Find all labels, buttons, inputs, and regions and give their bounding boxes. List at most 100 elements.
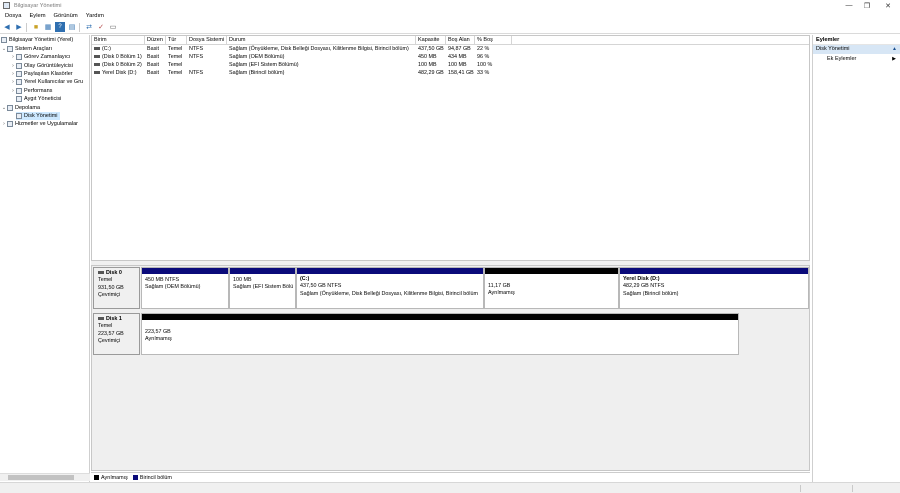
table-row[interactable]: Yerel Disk (D:) Basit Temel NTFS Sağlam (Bir… [92, 69, 809, 77]
scrollbar-thumb[interactable] [8, 475, 74, 480]
column-header-volume[interactable]: Birim [92, 36, 145, 44]
cell-file-system: NTFS [187, 45, 227, 53]
restore-button[interactable]: ❐ [856, 0, 878, 11]
menu-help[interactable]: Yardım [86, 13, 104, 19]
tree-item-event-viewer[interactable]: › Olay Görüntüleyicisi [10, 61, 73, 69]
disk-0-label[interactable]: Disk 0 Temel 931,50 GB Çevrimiçi [93, 267, 140, 309]
partition-c[interactable]: (C:) 437,50 GB NTFS Sağlam (Önyükleme, Dis… [296, 267, 484, 309]
partition-unallocated-disk1[interactable]: 223,57 GB Ayrılmamış [141, 313, 739, 355]
connect-icon[interactable]: ⇄ [84, 22, 94, 32]
column-header-percent-free[interactable]: % Boş [475, 36, 512, 44]
cell-text: Temel [168, 61, 183, 68]
properties-icon[interactable]: ▤ [67, 22, 77, 32]
partition-status: Sağlam (OEM Bölümü) [145, 284, 201, 291]
cell-text: 158,41 GB [448, 69, 474, 76]
actions-section-disk-management[interactable]: Disk Yönetimi ▲ [813, 45, 900, 54]
tree-item-label: Performans [24, 87, 53, 94]
tree-item-performance[interactable]: › Performans [10, 87, 52, 95]
back-icon[interactable]: ◀ [2, 22, 12, 32]
partition-d[interactable]: Yerel Disk (D:) 482,29 GB NTFS Sağlam (Bir… [619, 267, 809, 309]
table-row[interactable]: (Disk 0 Bölüm 1) Basit Temel NTFS Sağlam (OE… [92, 53, 809, 61]
tree-item-storage[interactable]: ⌄ Depolama [1, 103, 40, 111]
column-header-file-system[interactable]: Dosya Sistemi [187, 36, 227, 44]
column-header-capacity[interactable]: Kapasite [416, 36, 446, 44]
tree-item-label: Sistem Araçları [15, 45, 52, 52]
legend: Ayrılmamış Birincil bölüm [91, 472, 810, 482]
cell-layout: Basit [145, 61, 166, 69]
cell-text: NTFS [189, 69, 204, 76]
cell-layout: Basit [145, 69, 166, 77]
tree-item-services-apps[interactable]: › Hizmetler ve Uygulamalar [1, 120, 78, 128]
cell-text: 100 MB [448, 61, 467, 68]
partition-status: Sağlam (Birincil bölüm) [623, 290, 679, 297]
cell-status: Sağlam (Önyükleme, Disk Belleği Dosyası,… [227, 45, 416, 53]
menu-view[interactable]: Görünüm [54, 13, 78, 19]
action-more-actions[interactable]: Ek Eylemler ▶ [813, 54, 900, 65]
close-button[interactable]: ✕ [877, 0, 899, 11]
disk-status: Çevrimiçi [98, 338, 121, 345]
collapse-icon[interactable]: ▲ [892, 45, 897, 54]
tree-item-local-users[interactable]: › Yerel Kullanıcılar ve Gru [10, 78, 83, 86]
cell-text: Basit [147, 45, 159, 52]
volume-icon [94, 46, 100, 50]
cell-text: 434 MB [448, 53, 467, 60]
table-row[interactable]: (Disk 0 Bölüm 2) Basit Temel Sağlam (EFI Si… [92, 61, 809, 69]
cell-text: Temel [168, 69, 183, 76]
show-hide-tree-icon[interactable]: ▦ [43, 22, 53, 32]
tree-item-label: Depolama [15, 104, 41, 111]
tree-item-disk-management[interactable]: Disk Yönetimi [16, 111, 60, 121]
cell-text: Sağlam (Önyükleme, Disk Belleği Dosyası,… [229, 45, 409, 52]
partition-size: 450 MB NTFS [145, 277, 180, 283]
toolbar-divider [26, 22, 27, 32]
cell-free-space: 434 MB [446, 53, 475, 61]
menu-action[interactable]: Eylem [29, 13, 45, 19]
tree-item-root[interactable]: Bilgisayar Yönetimi (Yerel) [1, 36, 73, 44]
partition-bar-unallocated [485, 268, 618, 274]
cell-text: 33 % [477, 69, 490, 76]
column-header-free-space[interactable]: Boş Alan [446, 36, 475, 44]
partition-size: 100 MB [233, 277, 252, 283]
menu-file[interactable]: Dosya [5, 13, 21, 19]
column-header-status[interactable]: Durum [227, 36, 416, 44]
legend-label-unallocated: Ayrılmamış [101, 474, 128, 481]
partition-bar-primary [230, 268, 295, 274]
view-icon[interactable]: ▭ [108, 22, 118, 32]
performance-icon [16, 87, 22, 94]
partition-title: (C:) [300, 276, 310, 282]
cell-text: NTFS [189, 45, 204, 52]
console-tree: Bilgisayar Yönetimi (Yerel) ⌄ Sistem Ara… [0, 35, 90, 482]
column-header-layout[interactable]: Düzen [145, 36, 166, 44]
partition-status: Ayrılmamış [488, 290, 515, 297]
window-title: Bilgisayar Yönetimi [14, 2, 62, 9]
checklist-icon[interactable]: ✓ [96, 22, 106, 32]
tree-item-task-scheduler[interactable]: › Görev Zamanlayıcı [10, 53, 70, 61]
partition-oem[interactable]: 450 MB NTFS Sağlam (OEM Bölümü) [141, 267, 229, 309]
forward-icon[interactable]: ▶ [14, 22, 24, 32]
partition-unallocated-disk0[interactable]: 11,17 GB Ayrılmamış [484, 267, 619, 309]
cell-text: Basit [147, 61, 159, 68]
event-viewer-icon [16, 62, 22, 69]
cell-text: Basit [147, 53, 159, 60]
column-header-type[interactable]: Tür [166, 36, 187, 44]
tree-item-shared-folders[interactable]: › Paylaşılan Klasörler [10, 70, 73, 78]
table-row[interactable]: (C:) Basit Temel NTFS Sağlam (Önyükleme, Dis… [92, 45, 809, 53]
disk-1-label[interactable]: Disk 1 Temel 223,57 GB Çevrimiçi [93, 313, 140, 355]
tree-item-device-manager[interactable]: Aygıt Yöneticisi [10, 95, 61, 103]
volume-icon [94, 62, 100, 66]
tree-item-label: Disk Yönetimi [24, 112, 58, 119]
cell-text: Temel [168, 45, 183, 52]
partition-efi[interactable]: 100 MB Sağlam (EFI Sistem Bölü [229, 267, 296, 309]
tree-item-system-tools[interactable]: ⌄ Sistem Araçları [1, 45, 52, 53]
partition-status: Sağlam (Önyükleme, Disk Belleği Dosyası,… [300, 290, 478, 297]
partition-bar-primary [620, 268, 808, 274]
disk-type: Temel [98, 277, 113, 284]
cell-free-space: 158,41 GB [446, 69, 475, 77]
help-icon[interactable]: ? [55, 22, 65, 32]
cell-status: Sağlam (OEM Bölümü) [227, 53, 416, 61]
up-folder-icon[interactable]: ■ [31, 22, 41, 32]
disk-size: 223,57 GB [98, 330, 124, 337]
tree-horizontal-scrollbar[interactable] [0, 473, 90, 481]
cell-file-system [187, 61, 227, 69]
volume-icon [94, 54, 100, 58]
cell-text: (Disk 0 Bölüm 1) [102, 53, 142, 60]
